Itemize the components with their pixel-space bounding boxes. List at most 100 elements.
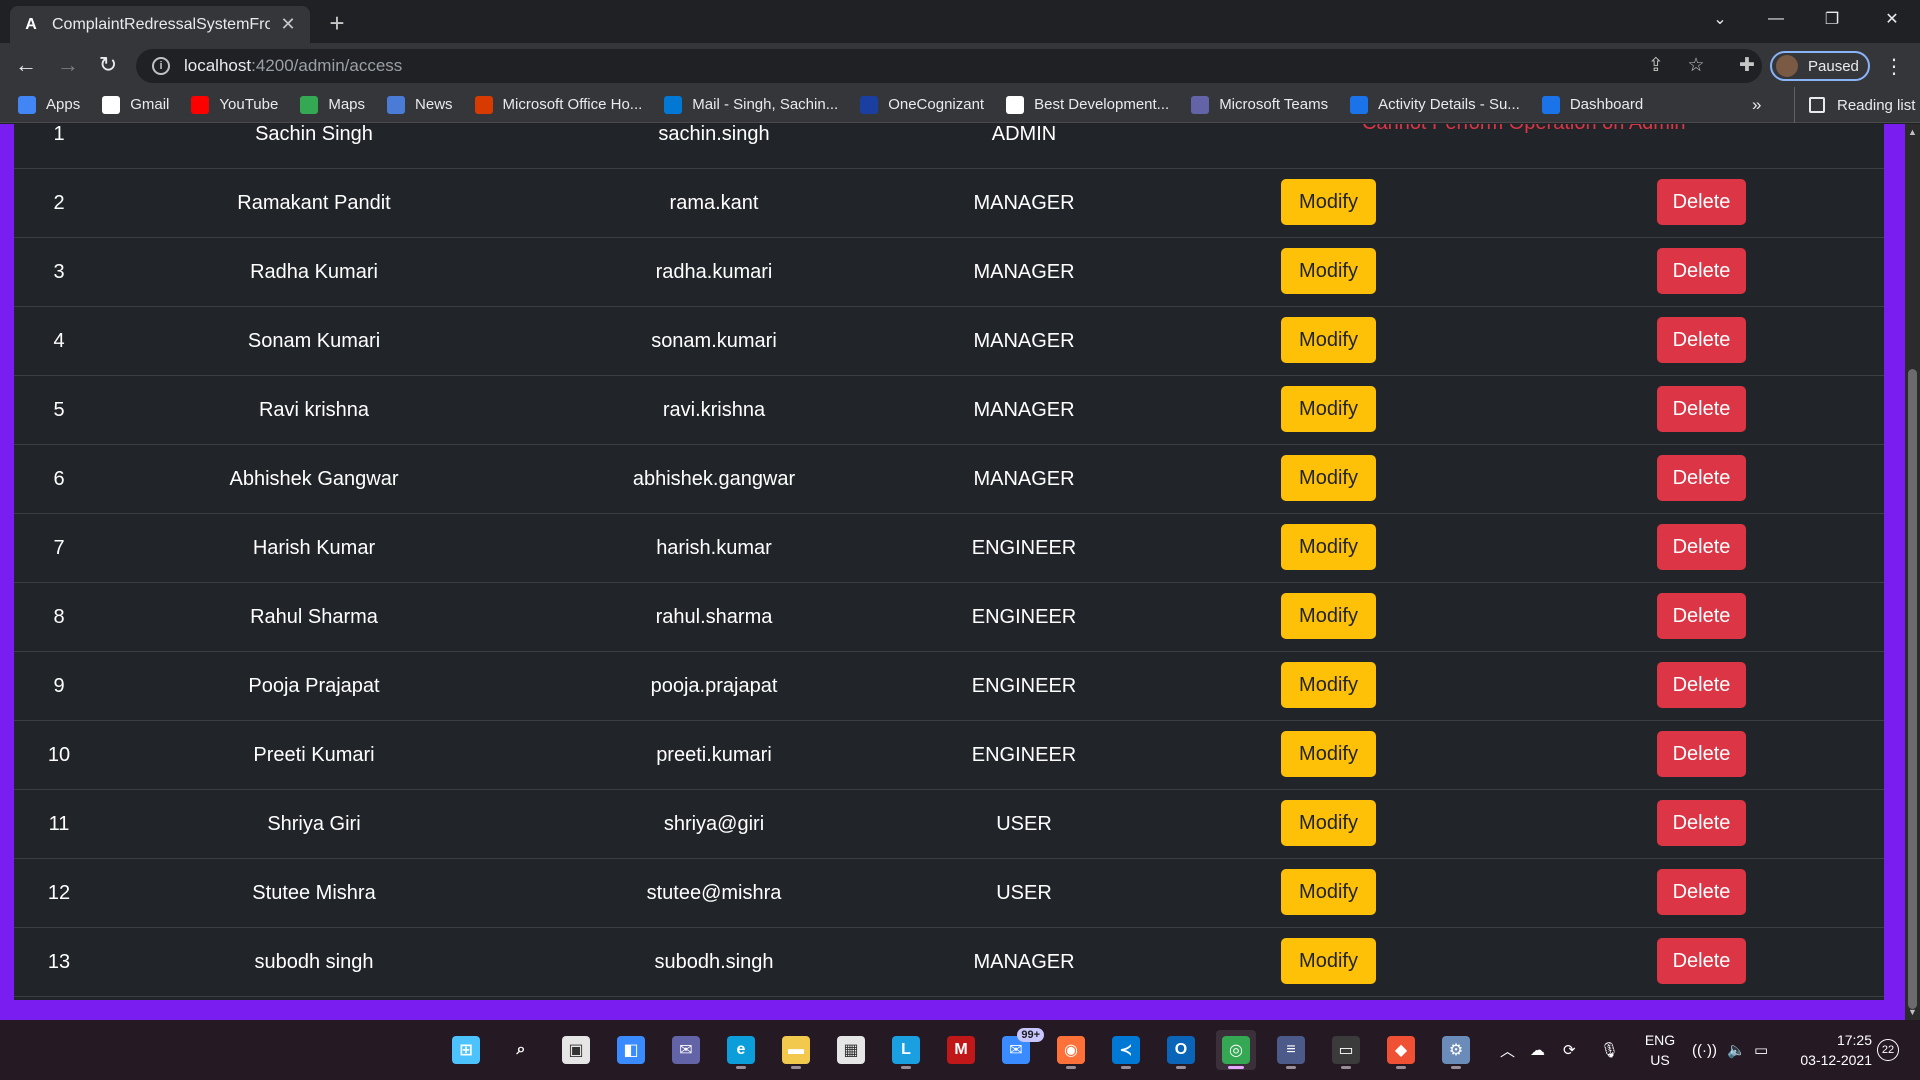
git-icon: ◆: [1387, 1036, 1415, 1064]
sync-icon[interactable]: ⟳: [1563, 1020, 1576, 1080]
onedrive-icon[interactable]: ☁: [1530, 1020, 1545, 1080]
role-cell: ENGINEER: [971, 743, 1077, 766]
delete-button[interactable]: Delete: [1657, 317, 1746, 363]
taskbar-app[interactable]: ◆: [1381, 1030, 1421, 1070]
extensions-puzzle-icon[interactable]: ✚: [1733, 51, 1761, 79]
modify-button[interactable]: Modify: [1281, 800, 1376, 846]
restore-button[interactable]: ❐: [1804, 0, 1860, 38]
wifi-icon[interactable]: ((·)): [1692, 1020, 1717, 1080]
bookmark-item[interactable]: Microsoft Office Ho...: [474, 95, 642, 114]
minimize-button[interactable]: —: [1748, 0, 1804, 38]
modify-button[interactable]: Modify: [1281, 317, 1376, 363]
modify-button[interactable]: Modify: [1281, 455, 1376, 501]
taskbar-app[interactable]: L: [886, 1030, 926, 1070]
bookmark-item[interactable]: Microsoft Teams: [1191, 95, 1328, 114]
modify-button[interactable]: Modify: [1281, 524, 1376, 570]
user-id-cell: 12: [47, 881, 71, 904]
volume-icon[interactable]: 🔈: [1727, 1020, 1746, 1080]
address-bar[interactable]: i localhost:4200/admin/access: [136, 49, 1762, 83]
language-indicator[interactable]: ENG US: [1640, 1030, 1680, 1070]
close-window-button[interactable]: ✕: [1864, 0, 1920, 38]
scroll-up-icon[interactable]: ▲: [1905, 124, 1920, 140]
bookmark-item[interactable]: Mail - Singh, Sachin...: [664, 95, 838, 114]
tab-search-icon[interactable]: ⌄: [1692, 0, 1748, 38]
reload-icon[interactable]: ↻: [92, 49, 124, 81]
modify-button[interactable]: Modify: [1281, 869, 1376, 915]
user-id-cell: 5: [53, 398, 65, 421]
bookmark-label: Activity Details - Su...: [1378, 96, 1520, 113]
bookmark-item[interactable]: OneCognizant: [860, 95, 984, 114]
taskbar-app[interactable]: ⌕: [501, 1030, 541, 1070]
forward-arrow-icon[interactable]: →: [52, 49, 84, 81]
taskbar-app[interactable]: ≺: [1106, 1030, 1146, 1070]
profile-button[interactable]: Paused: [1770, 51, 1870, 81]
tab-close-icon[interactable]: ✕: [278, 14, 298, 35]
more-menu-icon[interactable]: ⋮: [1880, 51, 1908, 81]
delete-button[interactable]: Delete: [1657, 455, 1746, 501]
bookmark-item[interactable]: YouTube: [191, 95, 278, 114]
browser-tab[interactable]: A ComplaintRedressalSystemFronte ✕: [10, 6, 310, 43]
delete-button[interactable]: Delete: [1657, 524, 1746, 570]
taskbar-app[interactable]: ≡: [1271, 1030, 1311, 1070]
modify-button[interactable]: Modify: [1281, 938, 1376, 984]
bookmark-item[interactable]: Apps: [18, 95, 80, 114]
username-cell: rahul.sharma: [655, 605, 773, 628]
modify-button[interactable]: Modify: [1281, 248, 1376, 294]
taskbar-app[interactable]: ◎: [1216, 1030, 1256, 1070]
taskbar-app[interactable]: e: [721, 1030, 761, 1070]
delete-button[interactable]: Delete: [1657, 869, 1746, 915]
share-icon[interactable]: ⇪: [1642, 51, 1670, 79]
page-scrollbar[interactable]: ▲ ▼: [1905, 124, 1920, 1020]
running-indicator: [1228, 1066, 1244, 1069]
show-hidden-icons[interactable]: ︿: [1500, 1020, 1515, 1080]
taskbar-app[interactable]: ⊞: [446, 1030, 486, 1070]
bookmark-item[interactable]: Dashboard: [1541, 95, 1643, 114]
scroll-down-icon[interactable]: ▼: [1905, 1004, 1920, 1020]
clock[interactable]: 17:25 03-12-2021: [1792, 1030, 1872, 1070]
bookmark-star-icon[interactable]: ☆: [1682, 51, 1710, 79]
taskbar-app[interactable]: ◧: [611, 1030, 651, 1070]
modify-button[interactable]: Modify: [1281, 386, 1376, 432]
username-cell: stutee@mishra: [646, 881, 782, 904]
table-row: 3 Radha Kumari radha.kumari MANAGER Modify De…: [14, 238, 1884, 307]
taskbar-app[interactable]: ▦: [831, 1030, 871, 1070]
reading-list-button[interactable]: Reading list: [1794, 87, 1915, 123]
site-info-icon[interactable]: i: [152, 57, 170, 75]
bookmark-item[interactable]: Maps: [300, 95, 365, 114]
notification-count-badge[interactable]: 22: [1877, 1039, 1899, 1061]
scroll-thumb[interactable]: [1908, 369, 1917, 1009]
delete-button[interactable]: Delete: [1657, 662, 1746, 708]
name-cell: subodh singh: [254, 950, 374, 973]
taskbar-app[interactable]: ⚙: [1436, 1030, 1476, 1070]
bookmark-item[interactable]: News: [387, 95, 453, 114]
bookmark-item[interactable]: Gmail: [102, 95, 169, 114]
taskbar-app[interactable]: M: [941, 1030, 981, 1070]
battery-icon[interactable]: ▭: [1754, 1020, 1768, 1080]
more-bookmarks-button[interactable]: »: [1752, 87, 1761, 123]
delete-button[interactable]: Delete: [1657, 593, 1746, 639]
modify-button[interactable]: Modify: [1281, 731, 1376, 777]
delete-button[interactable]: Delete: [1657, 248, 1746, 294]
taskbar-app[interactable]: ◉: [1051, 1030, 1091, 1070]
modify-button[interactable]: Modify: [1281, 662, 1376, 708]
taskbar-app[interactable]: ▬: [776, 1030, 816, 1070]
microphone-icon[interactable]: 🎙: [1600, 1020, 1619, 1080]
taskbar-app[interactable]: ✉ 99+: [996, 1028, 1044, 1070]
delete-button[interactable]: Delete: [1657, 800, 1746, 846]
table-row: 6 Abhishek Gangwar abhishek.gangwar MANAGER…: [14, 445, 1884, 514]
modify-button[interactable]: Modify: [1281, 593, 1376, 639]
bookmark-item[interactable]: Activity Details - Su...: [1350, 95, 1520, 114]
delete-button[interactable]: Delete: [1657, 386, 1746, 432]
new-tab-button[interactable]: +: [322, 8, 352, 38]
taskbar-app[interactable]: ✉: [666, 1030, 706, 1070]
modify-button[interactable]: Modify: [1281, 179, 1376, 225]
delete-button[interactable]: Delete: [1657, 179, 1746, 225]
back-arrow-icon[interactable]: ←: [10, 49, 42, 81]
taskbar-app[interactable]: ▣: [556, 1030, 596, 1070]
delete-button[interactable]: Delete: [1657, 731, 1746, 777]
taskbar-app[interactable]: ▭: [1326, 1030, 1366, 1070]
delete-button[interactable]: Delete: [1657, 938, 1746, 984]
taskbar-app[interactable]: O: [1161, 1030, 1201, 1070]
role-cell: USER: [996, 881, 1052, 904]
bookmark-item[interactable]: Best Development...: [1006, 95, 1169, 114]
